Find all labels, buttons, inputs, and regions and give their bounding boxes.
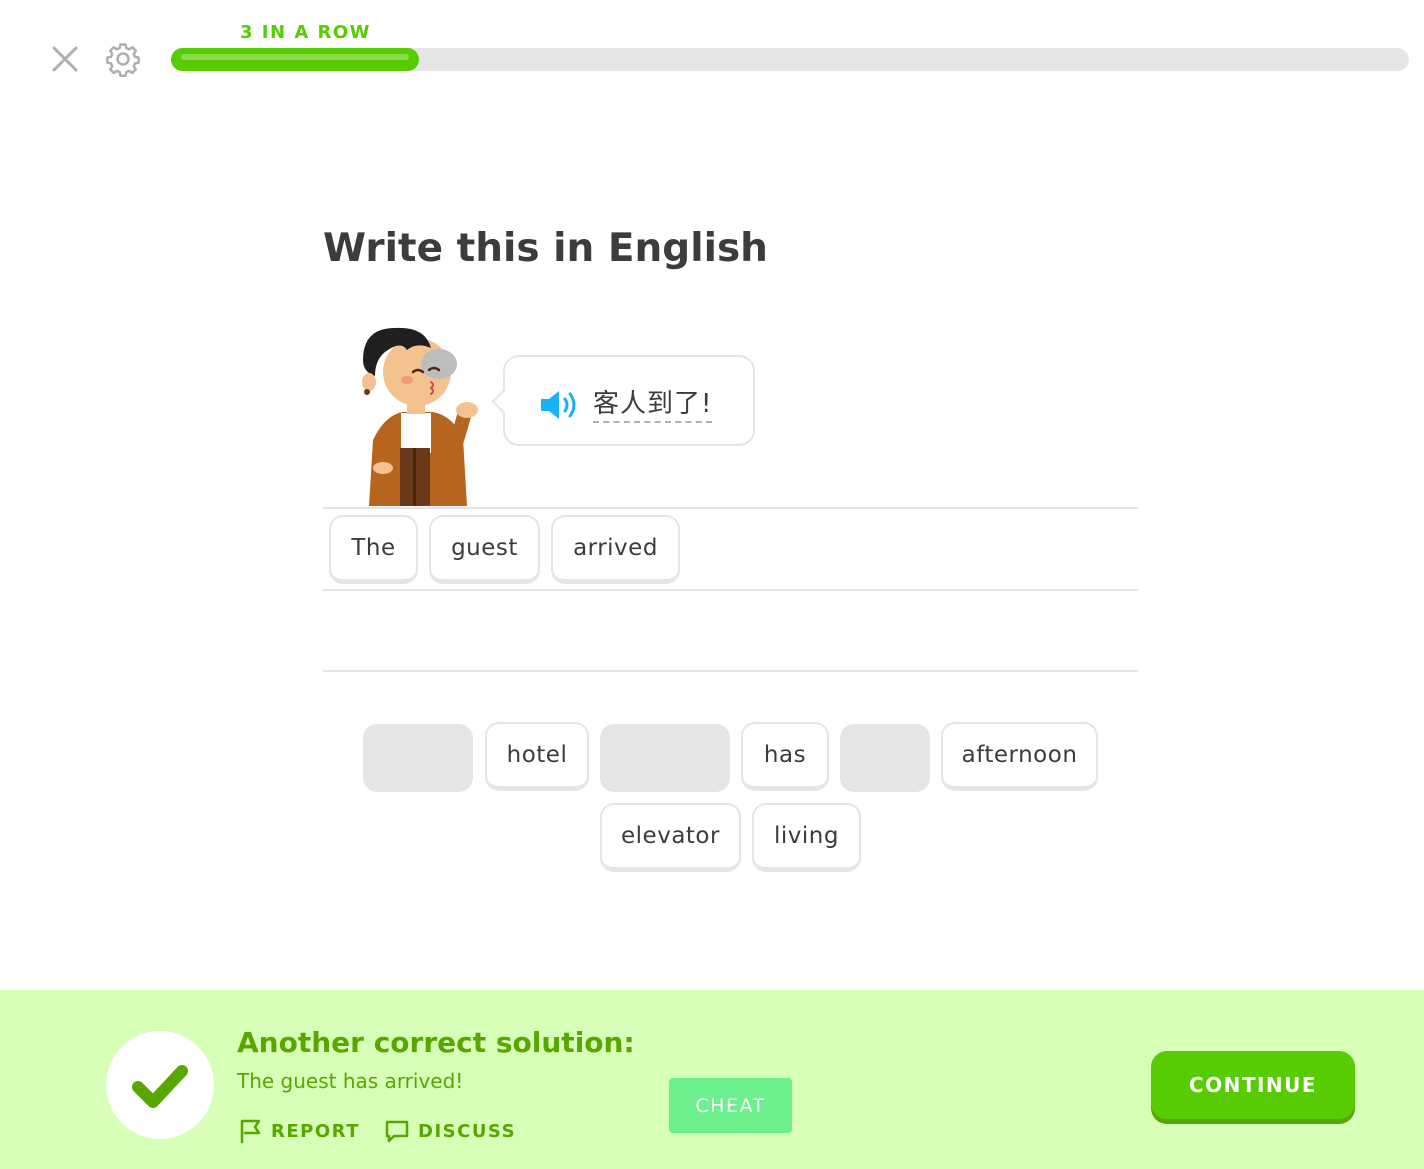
feedback-footer: Another correct solution: The guest has … (0, 990, 1424, 1169)
answer-line-bottom (323, 670, 1138, 672)
discuss-label: DISCUSS (418, 1120, 517, 1142)
play-audio-button[interactable] (538, 388, 580, 422)
gear-icon (106, 43, 140, 77)
word-bank-tile[interactable]: has (741, 722, 829, 791)
answer-line-top (323, 507, 1138, 509)
continue-button[interactable]: CONTINUE (1151, 1051, 1355, 1119)
speech-bubble-tail (491, 389, 516, 414)
speaker-icon (541, 391, 576, 419)
answer-tile[interactable]: The (329, 515, 418, 584)
checkmark-icon (132, 1065, 188, 1108)
answer-tile[interactable]: arrived (551, 515, 680, 584)
feedback-title: Another correct solution: (237, 1026, 635, 1059)
success-badge (106, 1031, 214, 1139)
streak-label: 3 IN A ROW (240, 22, 372, 43)
word-bank-tile[interactable]: elevator (600, 803, 741, 872)
word-bank-slot-empty (600, 724, 730, 792)
progress-bar (171, 48, 1409, 71)
close-icon (52, 46, 78, 72)
speech-bubble: 客人到了! (491, 355, 755, 446)
settings-button[interactable] (104, 40, 142, 78)
word-bank-slot-empty (363, 724, 473, 792)
word-bank-tile[interactable]: afternoon (941, 722, 1098, 791)
word-bank-tile[interactable]: living (752, 803, 861, 872)
alternate-solution: The guest has arrived! (237, 1069, 464, 1093)
report-button[interactable]: REPORT (239, 1118, 360, 1144)
cheat-button[interactable]: CHEAT (669, 1078, 792, 1133)
flag-icon (240, 1119, 261, 1144)
character-illustration (345, 320, 485, 508)
word-bank-tile[interactable]: hotel (485, 722, 589, 791)
answer-tile[interactable]: guest (429, 515, 540, 584)
answer-line-middle (323, 589, 1138, 591)
word-bank-slot-empty (840, 724, 930, 792)
progress-shine (181, 54, 409, 60)
close-button[interactable] (48, 42, 82, 76)
source-sentence[interactable]: 客人到了! (593, 383, 713, 423)
speech-bubble-icon (385, 1120, 409, 1143)
report-label: REPORT (271, 1120, 360, 1142)
discuss-button[interactable]: DISCUSS (384, 1118, 516, 1144)
page-title: Write this in English (323, 226, 768, 271)
